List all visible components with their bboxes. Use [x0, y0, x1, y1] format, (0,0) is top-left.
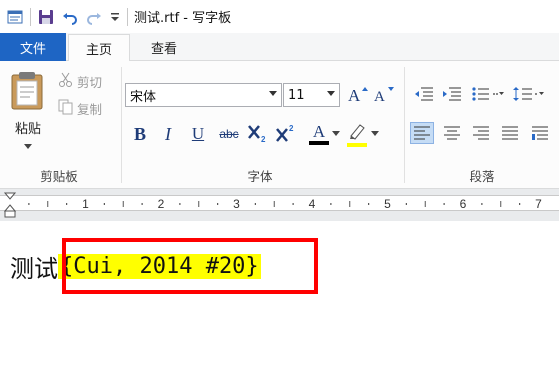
svg-text:2: 2	[261, 135, 266, 143]
cut-button[interactable]: 剪切	[58, 70, 102, 92]
align-right-button[interactable]	[469, 122, 493, 144]
clipboard-group-label: 剪贴板	[40, 169, 78, 184]
redo-icon[interactable]	[85, 8, 103, 26]
copy-label: 复制	[77, 101, 103, 117]
customize-toolbar-icon[interactable]	[109, 8, 121, 26]
ruler-tick	[519, 203, 521, 205]
ruler-tick	[481, 203, 483, 205]
shrink-font-icon: A	[373, 85, 395, 106]
undo-icon[interactable]	[61, 8, 79, 26]
ruler-number: 7	[535, 197, 542, 211]
copy-icon	[58, 99, 74, 118]
annotation-box	[62, 238, 318, 294]
clipboard-icon	[10, 71, 46, 114]
ruler-number: 1	[82, 197, 89, 211]
ruler-number: 2	[158, 197, 165, 211]
list-button[interactable]	[470, 83, 506, 105]
ruler-tick	[141, 203, 143, 205]
svg-text:A: A	[348, 86, 361, 103]
ruler-tick	[292, 203, 294, 205]
font-color-button[interactable]: A	[306, 120, 332, 148]
chevron-down-icon	[327, 91, 335, 96]
indent-marker-icon[interactable]	[3, 192, 17, 221]
ruler-tick	[368, 203, 370, 205]
paragraph-group-label: 段落	[469, 169, 495, 184]
chevron-down-icon	[269, 91, 277, 96]
highlighter-icon	[347, 122, 367, 143]
save-icon[interactable]	[37, 8, 55, 26]
ribbon-home: 粘贴 剪切 复制 剪贴板 宋体 11 A A B I U abc 2 2 A 字…	[0, 61, 559, 189]
svg-text:A: A	[374, 89, 385, 103]
svg-text:2: 2	[289, 124, 294, 133]
font-family-select[interactable]: 宋体	[125, 83, 282, 107]
group-divider	[121, 67, 122, 183]
bold-button[interactable]: B	[128, 122, 152, 146]
scissors-icon	[58, 72, 74, 91]
wordpad-app-icon[interactable]	[6, 8, 24, 26]
window-title: 测试.rtf - 写字板	[134, 11, 232, 26]
increase-indent-button[interactable]	[440, 83, 464, 105]
highlight-button[interactable]	[344, 120, 370, 148]
ruler-number: 6	[460, 197, 467, 211]
superscript-button[interactable]: 2	[274, 122, 298, 146]
shrink-font-button[interactable]: A	[372, 83, 396, 107]
strikethrough-button[interactable]: abc	[215, 122, 243, 146]
ruler-tick	[330, 203, 332, 205]
group-divider	[404, 67, 405, 183]
font-size-value: 11	[288, 87, 305, 103]
font-color-dropdown[interactable]	[331, 122, 341, 146]
quick-access-separator	[30, 7, 31, 26]
ruler-tick	[103, 203, 105, 205]
decrease-indent-button[interactable]	[412, 83, 436, 105]
ruler-tick	[254, 203, 256, 205]
tab-view[interactable]: 查看	[135, 33, 193, 61]
paragraph-settings-button[interactable]	[528, 122, 552, 144]
copy-button[interactable]: 复制	[58, 97, 102, 119]
font-color-bar	[309, 141, 329, 145]
highlight-dropdown[interactable]	[370, 122, 380, 146]
ruler-area: 1 2 3 4 5 6 7	[0, 189, 559, 221]
align-left-button[interactable]	[410, 122, 434, 144]
subscript-button[interactable]: 2	[246, 122, 270, 146]
ruler-number: 5	[384, 197, 391, 211]
font-group-label: 字体	[247, 169, 273, 184]
font-family-value: 宋体	[130, 89, 157, 105]
paste-dropdown-icon[interactable]	[24, 139, 32, 153]
tab-home[interactable]: 主页	[68, 34, 130, 62]
ruler-tick	[28, 203, 30, 205]
title-separator	[127, 7, 128, 26]
italic-button[interactable]: I	[156, 122, 180, 146]
superscript-icon: 2	[275, 123, 297, 146]
paste-button[interactable]: 粘贴	[6, 71, 50, 151]
title-bar: 测试.rtf - 写字板	[0, 0, 559, 33]
highlight-color-bar	[347, 142, 367, 147]
ruler-ticks: 1 2 3 4 5 6 7	[28, 197, 542, 211]
ruler-tick	[405, 203, 407, 205]
cut-label: 剪切	[77, 74, 103, 90]
subscript-icon: 2	[247, 123, 269, 146]
underline-button[interactable]: U	[186, 122, 210, 146]
ruler-tick	[217, 203, 219, 205]
grow-font-icon: A	[347, 85, 369, 106]
font-size-select[interactable]: 11	[283, 83, 340, 107]
paste-label: 粘贴	[14, 122, 41, 137]
align-center-button[interactable]	[440, 122, 464, 144]
ribbon-tab-row: 文件 主页 查看	[0, 33, 559, 62]
ruler-number: 3	[233, 197, 240, 211]
ruler-tick	[443, 203, 445, 205]
document-text: 测试	[10, 255, 58, 283]
ruler-tick	[179, 203, 181, 205]
justify-button[interactable]	[498, 122, 522, 144]
line-spacing-button[interactable]	[512, 83, 548, 105]
grow-font-button[interactable]: A	[346, 83, 370, 107]
ruler[interactable]: 1 2 3 4 5 6 7	[0, 195, 559, 211]
font-color-letter: A	[312, 122, 326, 141]
ruler-number: 4	[309, 197, 316, 211]
document-area[interactable]: 测试 {Cui, 2014 #20}	[0, 221, 559, 366]
tab-file[interactable]: 文件	[0, 33, 66, 61]
ruler-tick	[66, 203, 68, 205]
